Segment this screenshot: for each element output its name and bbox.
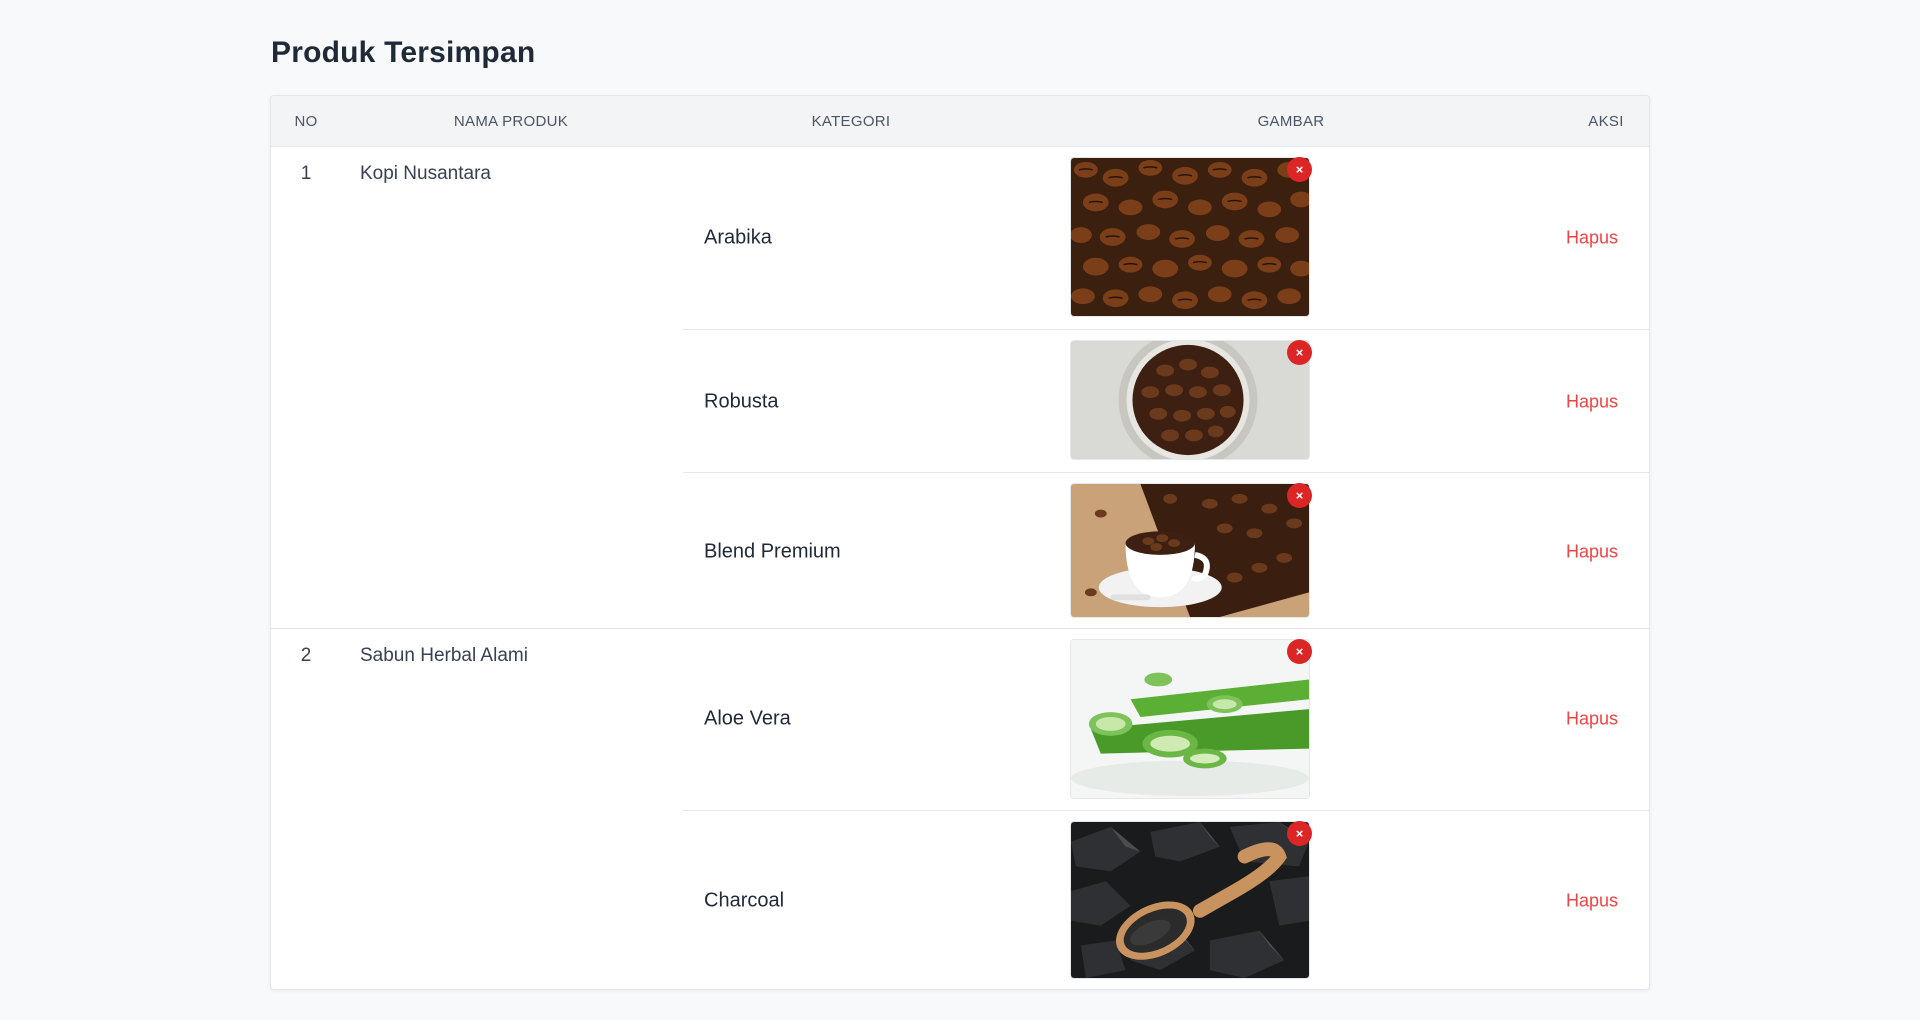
- row-number: 1: [300, 163, 312, 184]
- header-kategori: KATEGORI: [811, 113, 891, 130]
- row-number: 2: [300, 645, 312, 666]
- variant-row: Blend Premium × Hapus: [683, 473, 1649, 628]
- product-name: Sabun Herbal Alami: [360, 645, 528, 666]
- variant-category: Arabika: [704, 226, 772, 249]
- variant-category: Blend Premium: [704, 540, 841, 563]
- hapus-link[interactable]: Hapus: [1547, 891, 1637, 912]
- variant-row: Robusta × Hapus: [683, 330, 1649, 473]
- remove-image-button[interactable]: ×: [1287, 639, 1312, 664]
- product-name: Kopi Nusantara: [360, 163, 491, 184]
- table-row-product-2: 2 Sabun Herbal Alami Aloe Vera × Hapus C…: [271, 629, 1649, 989]
- variant-row: Arabika × Hapus: [683, 147, 1649, 330]
- charcoal-spoon-image: ×: [1070, 821, 1312, 979]
- remove-image-button[interactable]: ×: [1287, 340, 1312, 365]
- header-gambar: GAMBAR: [1257, 113, 1325, 130]
- table-row-product-1: 1 Kopi Nusantara Arabika × Hapus Robusta…: [271, 147, 1649, 628]
- remove-image-button[interactable]: ×: [1287, 821, 1312, 846]
- variant-category: Robusta: [704, 390, 779, 413]
- table-header: NO NAMA PRODUK KATEGORI GAMBAR AKSI: [271, 96, 1649, 147]
- hapus-link[interactable]: Hapus: [1547, 542, 1637, 563]
- header-nama-produk: NAMA PRODUK: [453, 113, 569, 130]
- page-title: Produk Tersimpan: [271, 36, 536, 69]
- hapus-link[interactable]: Hapus: [1547, 392, 1637, 413]
- products-table: NO NAMA PRODUK KATEGORI GAMBAR AKSI 1 Ko…: [270, 95, 1650, 990]
- hapus-link[interactable]: Hapus: [1547, 228, 1637, 249]
- remove-image-button[interactable]: ×: [1287, 483, 1312, 508]
- variant-row: Aloe Vera × Hapus: [683, 629, 1649, 811]
- coffee-beans-bowl-image: ×: [1070, 340, 1312, 460]
- header-no: NO: [294, 113, 318, 130]
- hapus-link[interactable]: Hapus: [1547, 709, 1637, 730]
- variant-row: Charcoal × Hapus: [683, 811, 1649, 989]
- remove-image-button[interactable]: ×: [1287, 157, 1312, 182]
- aloe-vera-image: ×: [1070, 639, 1312, 799]
- variant-category: Charcoal: [704, 889, 785, 912]
- coffee-cup-beans-image: ×: [1070, 483, 1312, 618]
- header-aksi: AKSI: [1588, 113, 1624, 130]
- variant-category: Aloe Vera: [704, 707, 791, 730]
- coffee-beans-image: ×: [1070, 157, 1312, 317]
